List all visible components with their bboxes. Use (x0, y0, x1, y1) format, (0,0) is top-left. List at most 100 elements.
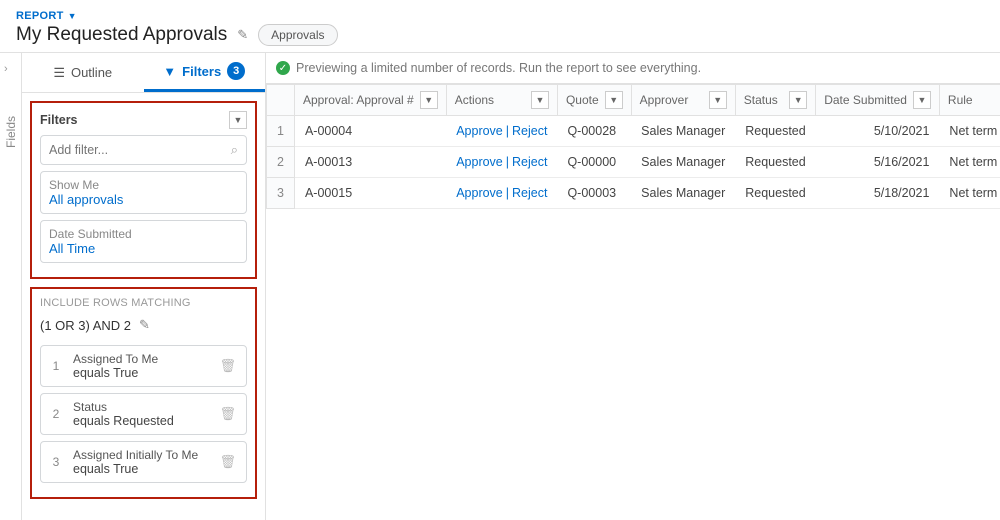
row-number-cell: 1 (267, 116, 295, 147)
filter-rule-card[interactable]: 2 Statusequals Requested🗑 (40, 393, 247, 435)
add-filter-input[interactable] (49, 143, 231, 157)
filter-card-show-me[interactable]: Show Me All approvals (40, 171, 247, 214)
rule-condition: equals True (73, 366, 215, 380)
col-date-submitted[interactable]: Date Submitted▼ (816, 85, 940, 116)
report-type-label[interactable]: REPORT ▼ (16, 10, 984, 22)
table-row: 3A-00015Approve|RejectQ-00003Sales Manag… (267, 178, 1000, 209)
rule-number: 3 (47, 447, 65, 477)
rule-cell: Net term is 90 (939, 147, 1000, 178)
rule-field: Status (73, 400, 215, 414)
approver-cell: Sales Manager (631, 147, 735, 178)
fields-rail[interactable]: › Fields (0, 52, 22, 520)
filter-card-date-submitted[interactable]: Date Submitted All Time (40, 220, 247, 263)
col-row-number (267, 85, 295, 116)
check-circle-icon: ✓ (276, 61, 290, 75)
preview-banner: ✓ Previewing a limited number of records… (266, 53, 1000, 84)
approve-link[interactable]: Approve (456, 186, 503, 200)
approver-cell: Sales Manager (631, 178, 735, 209)
rule-cell: Net term is 90 (939, 116, 1000, 147)
include-rows-heading: INCLUDE ROWS MATCHING (40, 297, 247, 309)
rule-condition: equals Requested (73, 414, 215, 428)
quote-cell: Q-00000 (557, 147, 631, 178)
trash-icon[interactable]: 🗑 (215, 358, 240, 374)
col-status[interactable]: Status▼ (735, 85, 815, 116)
sidebar-tabs: ☰ Outline ▼ Filters 3 (22, 53, 265, 93)
column-menu-button[interactable]: ▼ (789, 91, 807, 109)
date-submitted-cell: 5/10/2021 (816, 116, 940, 147)
status-cell: Requested (735, 178, 815, 209)
caret-down-icon: ▼ (234, 115, 243, 125)
report-table: Approval: Approval #▼ Actions▼ Quote▼ Ap… (266, 84, 1000, 209)
actions-cell: Approve|Reject (446, 147, 557, 178)
table-row: 1A-00004Approve|RejectQ-00028Sales Manag… (267, 116, 1000, 147)
filters-menu-button[interactable]: ▼ (229, 111, 247, 129)
filter-value: All approvals (49, 192, 238, 207)
caret-down-icon: ▼ (68, 11, 77, 21)
col-approver[interactable]: Approver▼ (631, 85, 735, 116)
rule-cell: Net term is 90 (939, 178, 1000, 209)
col-actions[interactable]: Actions▼ (446, 85, 557, 116)
approval-number-cell: A-00015 (294, 178, 446, 209)
sidebar: ☰ Outline ▼ Filters 3 Filters ▼ ⌕ Show M… (22, 52, 266, 520)
report-title: My Requested Approvals (16, 24, 227, 46)
date-submitted-cell: 5/16/2021 (816, 147, 940, 178)
filter-label: Date Submitted (49, 227, 238, 241)
fields-rail-label: Fields (4, 116, 18, 148)
filter-label: Show Me (49, 178, 238, 192)
rule-field: Assigned To Me (73, 352, 215, 366)
col-quote[interactable]: Quote▼ (557, 85, 631, 116)
column-menu-button[interactable]: ▼ (709, 91, 727, 109)
trash-icon[interactable]: 🗑 (215, 454, 240, 470)
tab-filters[interactable]: ▼ Filters 3 (144, 53, 266, 92)
filter-rule-card[interactable]: 3 Assigned Initially To Meequals True🗑 (40, 441, 247, 483)
report-type-chip[interactable]: Approvals (258, 24, 337, 46)
column-menu-button[interactable]: ▼ (913, 91, 931, 109)
tab-filters-label: Filters (182, 64, 221, 79)
filters-heading: Filters (40, 113, 78, 127)
rule-number: 2 (47, 399, 65, 429)
rule-condition: equals True (73, 462, 215, 476)
include-rows-highlight: INCLUDE ROWS MATCHING (1 OR 3) AND 2 ✎ 1… (30, 287, 257, 499)
filters-section-highlight: Filters ▼ ⌕ Show Me All approvals Date S… (30, 101, 257, 279)
filter-logic-expression: (1 OR 3) AND 2 (40, 318, 131, 333)
rule-number: 1 (47, 351, 65, 381)
table-row: 2A-00013Approve|RejectQ-00000Sales Manag… (267, 147, 1000, 178)
approve-link[interactable]: Approve (456, 155, 503, 169)
reject-link[interactable]: Reject (512, 155, 547, 169)
approve-link[interactable]: Approve (456, 124, 503, 138)
quote-cell: Q-00028 (557, 116, 631, 147)
status-cell: Requested (735, 147, 815, 178)
reject-link[interactable]: Reject (512, 186, 547, 200)
chevron-right-icon: › (4, 63, 8, 75)
row-number-cell: 3 (267, 178, 295, 209)
filter-rule-card[interactable]: 1 Assigned To Meequals True🗑 (40, 345, 247, 387)
col-approval-number[interactable]: Approval: Approval #▼ (294, 85, 446, 116)
report-header: REPORT ▼ My Requested Approvals ✎ Approv… (0, 0, 1000, 52)
column-menu-button[interactable]: ▼ (605, 91, 623, 109)
col-rule[interactable]: Rule▼ (939, 85, 1000, 116)
row-number-cell: 2 (267, 147, 295, 178)
main-content: ✓ Previewing a limited number of records… (266, 52, 1000, 520)
quote-cell: Q-00003 (557, 178, 631, 209)
filter-value: All Time (49, 241, 238, 256)
reject-link[interactable]: Reject (512, 124, 547, 138)
filters-count-badge: 3 (227, 62, 245, 80)
tab-outline-label: Outline (71, 65, 112, 80)
actions-cell: Approve|Reject (446, 178, 557, 209)
column-menu-button[interactable]: ▼ (420, 91, 438, 109)
search-icon: ⌕ (231, 142, 238, 158)
status-cell: Requested (735, 116, 815, 147)
actions-cell: Approve|Reject (446, 116, 557, 147)
approval-number-cell: A-00004 (294, 116, 446, 147)
trash-icon[interactable]: 🗑 (215, 406, 240, 422)
report-type-text: REPORT (16, 10, 64, 22)
add-filter-input-wrapper[interactable]: ⌕ (40, 135, 247, 165)
approval-number-cell: A-00013 (294, 147, 446, 178)
edit-logic-button[interactable]: ✎ (139, 317, 150, 333)
tab-outline[interactable]: ☰ Outline (22, 53, 144, 92)
approver-cell: Sales Manager (631, 116, 735, 147)
column-menu-button[interactable]: ▼ (531, 91, 549, 109)
list-icon: ☰ (53, 65, 65, 81)
rule-field: Assigned Initially To Me (73, 448, 215, 462)
pencil-icon[interactable]: ✎ (237, 27, 248, 43)
